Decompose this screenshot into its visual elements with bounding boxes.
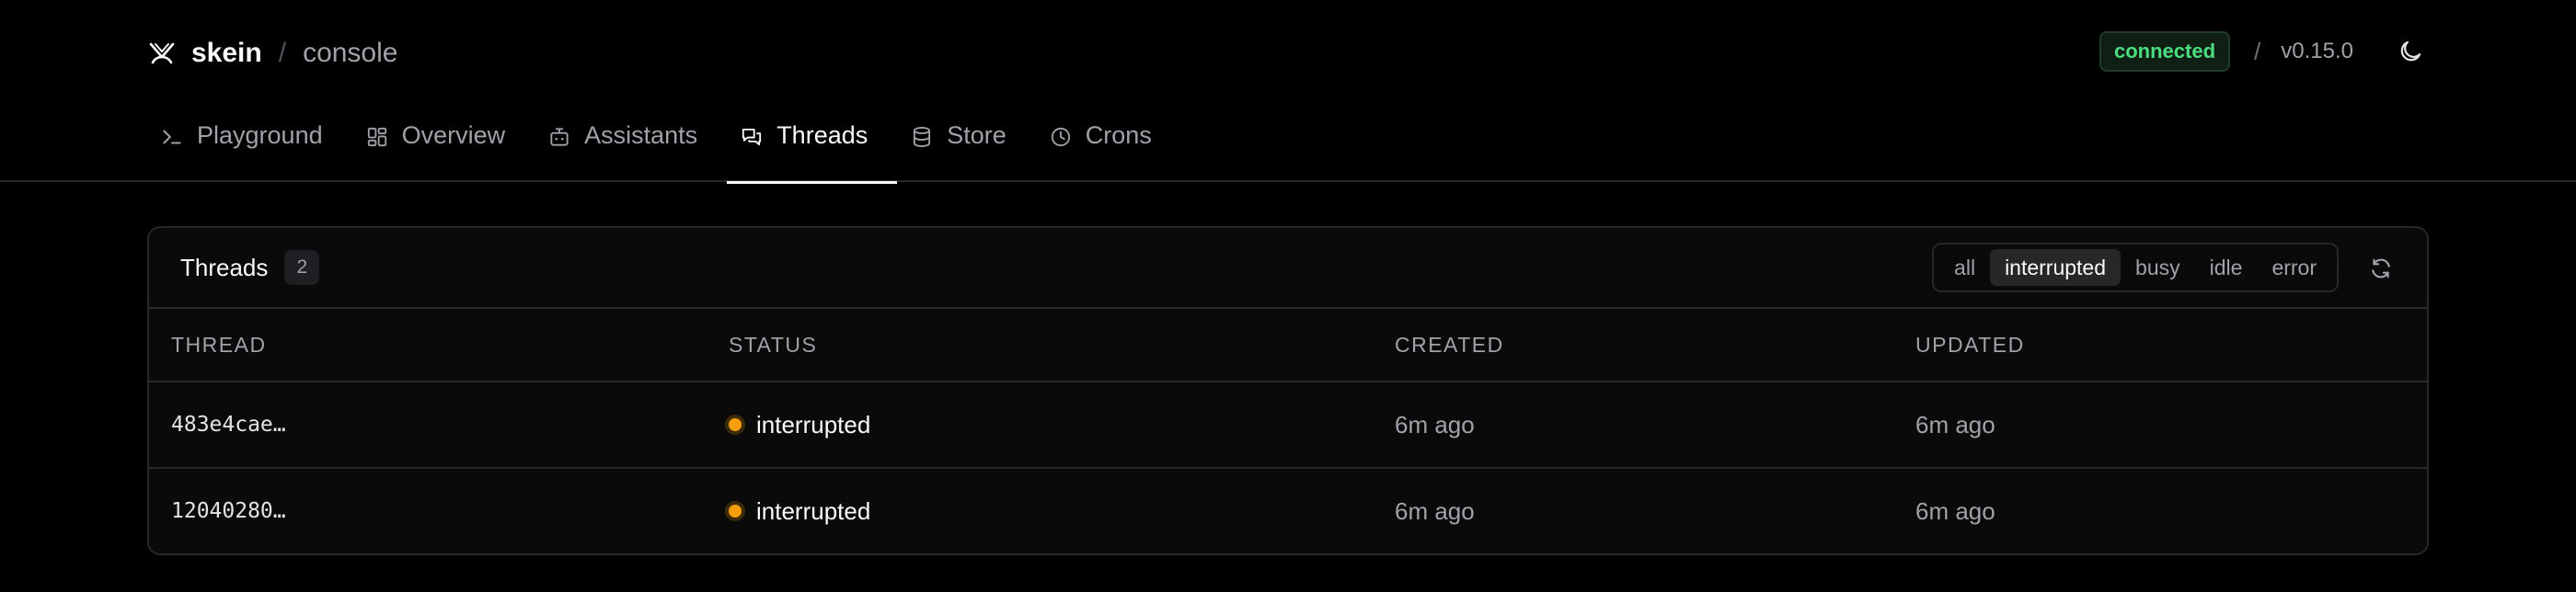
tab-label: Store [947, 121, 1006, 149]
panel-title: Threads [180, 253, 269, 281]
bot-icon [550, 128, 569, 146]
version-separator: / [2254, 37, 2261, 65]
refresh-icon [2372, 258, 2390, 279]
tab-label: Threads [776, 121, 868, 149]
header-tools: connected / v0.15.0 [2099, 31, 2429, 72]
tab-threads[interactable]: Threads [727, 108, 898, 184]
filter-busy[interactable]: busy [2121, 249, 2195, 286]
filter-interrupted[interactable]: interrupted [1990, 249, 2122, 286]
terminal-icon [163, 130, 181, 144]
thread-id[interactable]: 12040280… [171, 469, 286, 553]
brand-separator: / [278, 38, 287, 68]
updated-time: 6m ago [1915, 410, 1995, 438]
brand[interactable]: skein / console [147, 31, 397, 75]
brand-sub: console [303, 38, 398, 68]
filter-idle[interactable]: idle [2195, 249, 2258, 286]
connection-status-badge: connected [2099, 31, 2231, 72]
filter-error[interactable]: error [2257, 249, 2331, 286]
main-nav: Playground Overview Assistants Threads S… [147, 108, 1181, 184]
filter-all[interactable]: all [1939, 249, 1990, 286]
table-row[interactable]: 12040280… interrupted 6m ago 6m ago [149, 469, 2427, 553]
column-header-status[interactable]: STATUS [729, 309, 817, 381]
tab-label: Overview [401, 121, 506, 149]
clock-icon [1051, 127, 1070, 147]
status-label: interrupted [756, 410, 871, 438]
threads-panel-header: Threads 2 all interrupted busy idle erro… [149, 228, 2427, 309]
column-header-updated[interactable]: UPDATED [1915, 309, 2025, 381]
chat-bubbles-icon [742, 128, 762, 146]
refresh-button[interactable] [2364, 252, 2398, 285]
top-bar: skein / console connected / v0.15.0 Play… [0, 0, 2576, 184]
created-time: 6m ago [1395, 410, 1475, 438]
table-row[interactable]: 483e4cae… interrupted 6m ago 6m ago [149, 382, 2427, 469]
status-label: interrupted [756, 496, 871, 525]
tab-assistants[interactable]: Assistants [535, 108, 727, 182]
created-time: 6m ago [1395, 496, 1475, 525]
tab-crons[interactable]: Crons [1036, 108, 1181, 182]
tab-label: Assistants [584, 121, 698, 149]
column-header-thread[interactable]: THREAD [171, 309, 267, 381]
thread-count-badge: 2 [284, 250, 320, 285]
skein-logo-icon [149, 42, 175, 64]
column-header-created[interactable]: CREATED [1395, 309, 1504, 381]
tab-store[interactable]: Store [897, 108, 1036, 182]
table-header: THREAD STATUS CREATED UPDATED [149, 309, 2427, 382]
status-dot-icon [729, 418, 742, 431]
tab-label: Playground [197, 121, 323, 149]
moon-icon [2400, 40, 2421, 62]
thread-status: interrupted [729, 469, 870, 553]
threads-panel: Threads 2 all interrupted busy idle erro… [147, 226, 2429, 555]
thread-id[interactable]: 483e4cae… [171, 382, 286, 467]
status-dot-icon [729, 505, 742, 518]
brand-name: skein [191, 38, 262, 68]
tab-playground[interactable]: Playground [147, 108, 352, 182]
tab-overview[interactable]: Overview [352, 108, 535, 182]
thread-status: interrupted [729, 382, 870, 467]
updated-time: 6m ago [1915, 496, 1995, 525]
dashboard-icon [367, 127, 386, 147]
version-label: v0.15.0 [2281, 39, 2353, 63]
tab-label: Crons [1085, 121, 1152, 149]
status-filter-group: all interrupted busy idle error [1932, 243, 2339, 292]
theme-toggle-button[interactable] [2392, 33, 2429, 70]
database-icon [914, 127, 931, 147]
